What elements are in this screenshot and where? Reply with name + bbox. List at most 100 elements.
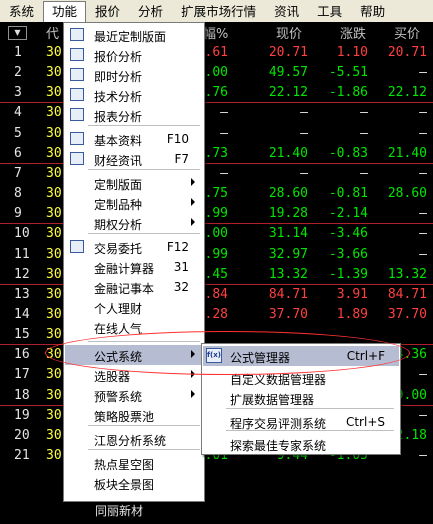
menu-item-11[interactable]: 金融计算器 31 [65, 257, 203, 277]
stock-code: 30 [46, 145, 62, 161]
menu-icon [70, 132, 84, 145]
price: 13.32 [268, 266, 308, 282]
change: -5.51 [328, 65, 368, 81]
price: 28.60 [268, 186, 308, 202]
change: – [360, 165, 368, 181]
stock-code: 30 [46, 246, 62, 262]
menu-6[interactable]: 工具 [308, 2, 351, 22]
bid-price: 84.71 [387, 286, 427, 302]
menu-item-5[interactable]: 基本资料 F10 [65, 129, 203, 149]
price: 22.12 [268, 85, 308, 101]
bid-price: – [419, 367, 427, 383]
change: -0.83 [328, 145, 368, 161]
menu-separator [88, 125, 200, 126]
col-diff[interactable]: 涨跌 [340, 23, 366, 42]
submenu-item-0[interactable]: f(x) 公式管理器 Ctrl+F [203, 346, 399, 366]
col-price[interactable]: 现价 [276, 23, 302, 42]
menu-item-8[interactable]: 定制品种 [65, 193, 203, 213]
sort-dropdown-icon[interactable]: ▼ [8, 26, 27, 40]
formula-icon: f(x) [206, 348, 222, 363]
stock-code: 30 [46, 105, 62, 121]
col-buy[interactable]: 买价 [394, 23, 420, 42]
price: 49.57 [268, 65, 308, 81]
submenu-item-shortcut: Ctrl+F [346, 349, 385, 363]
stock-code: 30 [46, 448, 62, 463]
menu-item-shortcut: F12 [166, 240, 189, 254]
menu-item-3[interactable]: 技术分析 [65, 85, 203, 105]
change: -2.14 [328, 206, 368, 222]
change-pct: – [220, 105, 228, 121]
bid-price: – [419, 448, 427, 463]
bid-price: – [419, 105, 427, 121]
menu-item-0[interactable]: 最近定制版面 [65, 25, 203, 45]
row-index: 10 [14, 226, 30, 242]
menu-item-2[interactable]: 即时分析 [65, 65, 203, 85]
submenu-arrow-icon [191, 350, 195, 358]
menu-item-15[interactable]: 公式系统 [65, 345, 203, 365]
menu-5[interactable]: 资讯 [265, 2, 308, 22]
bid-price: – [419, 206, 427, 222]
menu-item-18[interactable]: 策略股票池 [65, 405, 203, 425]
menu-separator [88, 341, 200, 342]
submenu-item-4[interactable]: 探索最佳专家系统 [203, 434, 399, 454]
menu-item-label: 金融计算器 [94, 262, 155, 276]
menu-item-19[interactable]: 江恩分析系统 [65, 429, 203, 449]
menu-2[interactable]: 报价 [86, 2, 129, 22]
menu-item-label: 公式系统 [94, 350, 143, 364]
bid-price: 37.70 [387, 306, 427, 322]
stock-code: 30 [46, 387, 62, 403]
bid-price: 13.32 [387, 266, 427, 282]
menu-item-label: 最近定制版面 [94, 30, 167, 44]
bid-price: 22.12 [387, 85, 427, 101]
row-index: 14 [14, 306, 30, 322]
stock-code: 30 [46, 407, 62, 423]
menu-item-label: 期权分析 [94, 218, 143, 232]
submenu-item-label: 探索最佳专家系统 [230, 439, 327, 453]
row-index: 16 [14, 347, 30, 363]
menu-item-20[interactable]: 热点星空图 [65, 453, 203, 473]
menu-item-16[interactable]: 选股器 [65, 365, 203, 385]
menu-item-9[interactable]: 期权分析 [65, 213, 203, 233]
price: 37.70 [268, 306, 308, 322]
menu-item-4[interactable]: 报表分析 [65, 105, 203, 125]
menu-icon [70, 28, 84, 41]
menu-item-12[interactable]: 金融记事本 32 [65, 277, 203, 297]
col-chg-pct[interactable]: 幅% [203, 23, 228, 42]
change: -1.39 [328, 266, 368, 282]
menu-item-21[interactable]: 板块全景图 [65, 473, 203, 493]
menu-item-17[interactable]: 预警系统 [65, 385, 203, 405]
menu-item-label: 江恩分析系统 [94, 434, 167, 448]
formula-submenu: f(x) 公式管理器 Ctrl+F 自定义数据管理器 扩展数据管理器 程序交易评测系统 Ct… [201, 343, 401, 455]
row-index: 17 [14, 367, 30, 383]
bid-price: – [419, 407, 427, 423]
menu-1[interactable]: 功能 [43, 1, 87, 22]
bid-price: 21.40 [387, 145, 427, 161]
submenu-item-3[interactable]: 程序交易评测系统 Ctrl+S [203, 412, 399, 432]
stock-code: 30 [46, 85, 62, 101]
menu-item-6[interactable]: 财经资讯 F7 [65, 149, 203, 169]
menu-item-label: 策略股票池 [94, 410, 155, 424]
submenu-item-2[interactable]: 扩展数据管理器 [203, 388, 399, 408]
function-menu: 最近定制版面 报价分析 即时分析 技术分析报表分析基本资料 F10 财经资讯 F7 定制版面定… [63, 22, 205, 502]
menu-item-13[interactable]: 个人理财 [65, 297, 203, 317]
menu-item-7[interactable]: 定制版面 [65, 173, 203, 193]
menu-3[interactable]: 分析 [129, 2, 172, 22]
menu-item-14[interactable]: 在线人气 [65, 317, 203, 337]
menu-item-label: 金融记事本 [94, 282, 155, 296]
menu-0[interactable]: 系统 [0, 2, 43, 22]
menu-item-label: 报表分析 [94, 110, 143, 124]
menu-7[interactable]: 帮助 [351, 2, 394, 22]
menu-icon [70, 48, 84, 61]
stock-code: 30 [46, 165, 62, 181]
bid-price: – [419, 226, 427, 242]
menu-item-10[interactable]: 交易委托 F12 [65, 237, 203, 257]
submenu-item-1[interactable]: 自定义数据管理器 [203, 368, 399, 388]
row-index: 21 [14, 448, 30, 463]
menu-item-1[interactable]: 报价分析 [65, 45, 203, 65]
change: -0.81 [328, 186, 368, 202]
row-index: 3 [14, 85, 22, 101]
menu-item-label: 财经资讯 [94, 154, 143, 168]
col-code[interactable]: 代 [46, 23, 59, 42]
menu-icon [70, 152, 84, 165]
menu-4[interactable]: 扩展市场行情 [172, 2, 265, 22]
